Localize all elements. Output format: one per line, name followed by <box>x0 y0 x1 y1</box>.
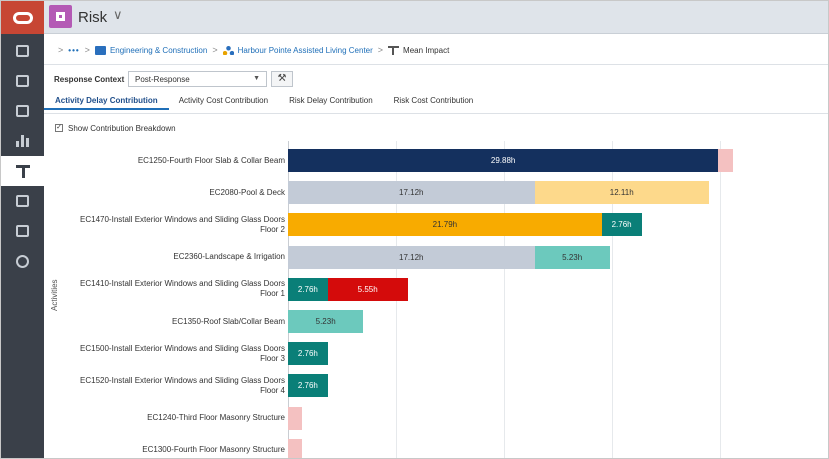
bar-segment[interactable]: 2.76h <box>288 374 328 398</box>
tornado-chart-icon <box>388 45 400 55</box>
wrench-icon-button[interactable]: ⚒ <box>271 71 293 87</box>
bar-segment[interactable]: 2.76h <box>288 277 328 301</box>
bar-segment[interactable]: 17.12h <box>288 181 535 205</box>
bar-value-label: 5.23h <box>562 252 583 262</box>
rail-item-list[interactable] <box>1 36 44 66</box>
bar-value-label: 2.76h <box>297 381 318 391</box>
category-label: EC1300-Fourth Floor Masonry Structure <box>142 445 285 455</box>
tab-bar: Activity Delay Contribution Activity Cos… <box>44 93 493 110</box>
chevron-right-icon: > <box>212 45 218 55</box>
category-label: EC1410-Install Exterior Windows and Slid… <box>80 279 285 299</box>
list-icon <box>16 45 29 57</box>
bar-segment[interactable]: 2.76h <box>288 342 328 366</box>
response-context-select[interactable]: Post-Response ▼ <box>128 71 267 87</box>
bar-segment[interactable]: 12.11h <box>534 181 709 205</box>
bar-segment[interactable] <box>718 149 733 172</box>
app-window: Risk ∨ > ••• > Engineering & Constructio… <box>0 0 829 459</box>
settings-icon <box>16 254 29 268</box>
bar-segment[interactable]: 21.79h <box>288 213 602 237</box>
rail-item-charts[interactable] <box>1 126 44 156</box>
response-context-value: Post-Response <box>135 75 190 84</box>
category-label: EC2080-Pool & Deck <box>209 187 285 197</box>
rail-item-tornado[interactable] <box>1 156 44 186</box>
category-label: EC1470-Install Exterior Windows and Slid… <box>80 214 285 234</box>
category-label: EC1240-Third Floor Masonry Structure <box>147 413 285 423</box>
breakdown-checkbox-label: Show Contribution Breakdown <box>68 124 176 133</box>
category-label: EC1520-Install Exterior Windows and Slid… <box>80 375 285 395</box>
breadcrumb-item-project[interactable]: Harbour Pointe Assisted Living Center <box>238 46 373 55</box>
tab-risk-cost[interactable]: Risk Cost Contribution <box>393 93 475 109</box>
caret-down-icon: ▼ <box>253 75 260 82</box>
dashboard-icon <box>16 75 29 87</box>
analysis-icon <box>16 195 29 207</box>
bar-segment[interactable]: 5.23h <box>534 245 610 269</box>
portfolio-icon <box>94 45 106 55</box>
category-label: EC1500-Install Exterior Windows and Slid… <box>80 343 285 363</box>
app-title[interactable]: Risk <box>78 9 107 26</box>
bar-segment[interactable]: 5.55h <box>327 277 408 301</box>
top-bar: Risk ∨ <box>1 1 828 34</box>
tabs-divider <box>44 113 828 114</box>
tornado-chart-icon <box>15 164 30 178</box>
bar-value-label: 17.12h <box>399 188 424 198</box>
chevron-right-icon: > <box>377 45 384 55</box>
bar-segment[interactable]: 29.88h <box>288 149 719 172</box>
breadcrumb-item-current: Mean Impact <box>403 45 450 55</box>
tab-activity-delay[interactable]: Activity Delay Contribution <box>44 93 169 110</box>
bar-value-label: 5.55h <box>357 284 378 294</box>
bar-value-label: 12.11h <box>609 188 634 198</box>
breadcrumb: > ••• > Engineering & Construction > Har… <box>53 42 449 58</box>
divider <box>44 64 828 65</box>
rail-item-tools[interactable] <box>1 216 44 246</box>
rail-item-dashboard[interactable] <box>1 66 44 96</box>
bar-value-label: 21.79h <box>432 220 458 230</box>
tab-activity-cost[interactable]: Activity Cost Contribution <box>178 93 269 109</box>
gridline <box>720 141 721 458</box>
bar-value-label: 29.88h <box>490 156 516 165</box>
bar-segment[interactable]: 2.76h <box>601 213 642 237</box>
bar-chart-icon <box>16 135 29 147</box>
risk-app-icon[interactable] <box>49 5 72 28</box>
bar-value-label: 2.76h <box>297 349 318 359</box>
category-label: EC1250-Fourth Floor Slab & Collar Beam <box>137 155 285 165</box>
oracle-ring-icon <box>12 11 33 24</box>
project-nodes-icon <box>222 45 234 55</box>
breakdown-checkbox[interactable]: ✓ <box>55 124 63 132</box>
rail-item-settings[interactable] <box>1 246 44 276</box>
bar-segment[interactable]: 17.12h <box>288 245 535 269</box>
bar-value-label: 5.23h <box>315 317 336 326</box>
bar-value-label: 2.76h <box>611 220 632 230</box>
chevron-right-icon: > <box>84 45 90 55</box>
rail-item-analysis[interactable] <box>1 186 44 216</box>
category-label: EC1350-Roof Slab/Collar Beam <box>172 316 285 326</box>
contribution-chart: Activities EC1250-Fourth Floor Slab & Co… <box>44 141 828 458</box>
response-context-label: Response Context <box>54 75 125 84</box>
bar-segment[interactable] <box>288 406 303 430</box>
bar-value-label: 17.12h <box>399 252 424 262</box>
chevron-right-icon: > <box>58 45 64 55</box>
tools-icon <box>16 225 29 237</box>
tab-risk-delay[interactable]: Risk Delay Contribution <box>288 93 374 109</box>
register-icon <box>16 105 29 117</box>
left-nav-rail <box>1 34 44 458</box>
y-axis-title: Activities <box>50 279 59 311</box>
rail-item-register[interactable] <box>1 96 44 126</box>
bar-value-label: 2.76h <box>297 284 318 294</box>
category-label: EC2360-Landscape & Irrigation <box>173 252 285 262</box>
bar-segment[interactable] <box>288 438 303 458</box>
breadcrumb-overflow[interactable]: ••• <box>68 46 79 55</box>
oracle-logo[interactable] <box>1 1 44 34</box>
chevron-down-icon[interactable]: ∨ <box>113 7 123 23</box>
breadcrumb-item-portfolio[interactable]: Engineering & Construction <box>110 46 207 55</box>
bar-segment[interactable]: 5.23h <box>288 310 364 333</box>
